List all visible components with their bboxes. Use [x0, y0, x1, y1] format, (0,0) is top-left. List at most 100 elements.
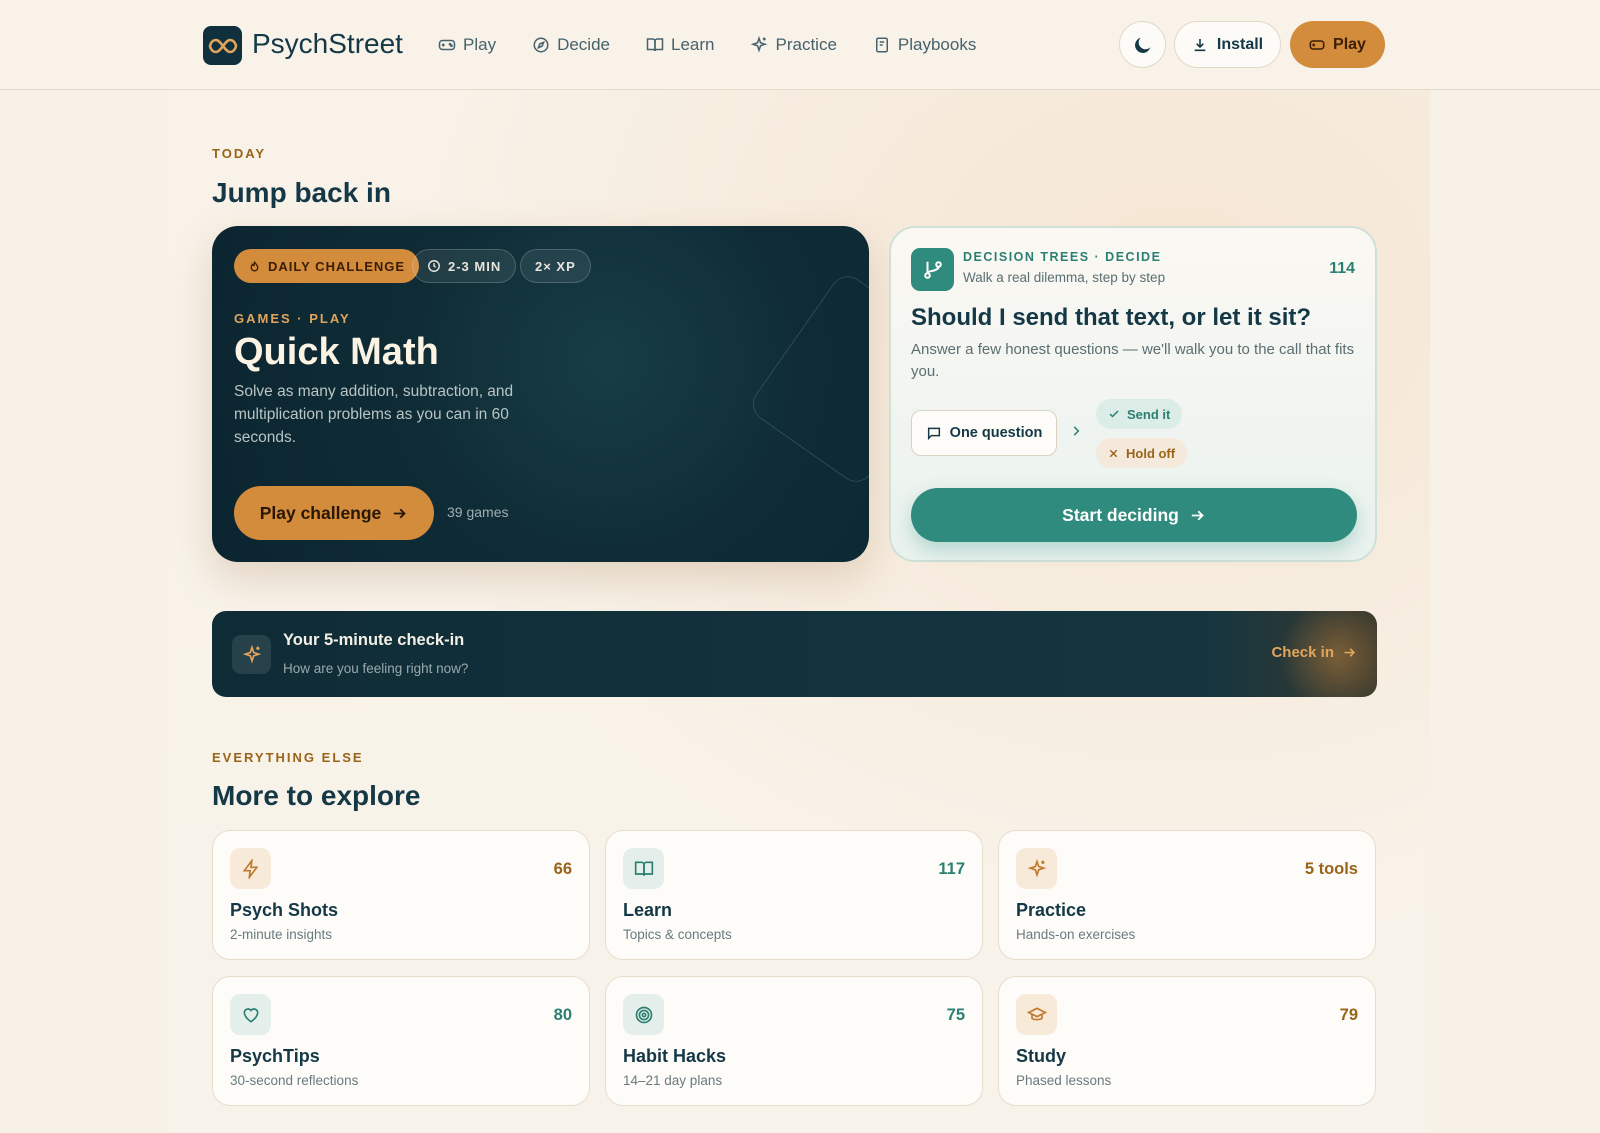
- nav-item-practice[interactable]: Practice: [750, 30, 837, 60]
- tile-count: 80: [553, 1006, 572, 1024]
- today-title: Jump back in: [212, 177, 391, 208]
- tile-title: Learn: [623, 900, 673, 920]
- arrow-right-icon: [394, 508, 407, 518]
- badge-label: 2× XP: [535, 258, 576, 274]
- clock-icon: [428, 260, 440, 272]
- decision-tree-card[interactable]: DECISION TREES · DECIDE Walk a real dile…: [889, 226, 1377, 562]
- check-icon: [1109, 410, 1119, 418]
- message-icon: [927, 427, 940, 441]
- install-button[interactable]: Install: [1174, 21, 1281, 68]
- nav-item-play[interactable]: Play: [438, 30, 496, 60]
- notebook-icon: [875, 37, 888, 53]
- theme-toggle-button[interactable]: [1119, 21, 1166, 68]
- target-icon: [623, 994, 664, 1035]
- moon-icon: [1134, 37, 1150, 53]
- decision-count: 114: [1329, 260, 1355, 277]
- duration-badge: 2-3 MIN: [412, 249, 517, 283]
- nav-label: Decide: [557, 35, 610, 54]
- infinity-icon: [208, 38, 237, 53]
- option-label: Hold off: [1126, 445, 1176, 461]
- button-label: Start deciding: [1062, 504, 1179, 525]
- check-in-banner[interactable]: Your 5-minute check-in How are you feeli…: [212, 611, 1377, 697]
- button-label: Play challenge: [259, 502, 382, 523]
- challenge-title: Quick Math: [234, 331, 439, 373]
- decision-subtitle: Walk a real dilemma, step by step: [963, 270, 1166, 285]
- sparkles-icon: [1016, 848, 1057, 889]
- tile-count: 5 tools: [1304, 860, 1358, 878]
- explore-eyebrow: EVERYTHING ELSE: [212, 750, 364, 765]
- tile-study[interactable]: 79 Study Phased lessons: [998, 976, 1376, 1106]
- link-label: Check in: [1271, 644, 1334, 661]
- book-icon: [646, 38, 664, 52]
- arrow-right-icon: [1191, 510, 1204, 520]
- games-count: 39 games: [447, 504, 509, 520]
- brand-name[interactable]: PsychStreet: [252, 26, 403, 62]
- decision-description: Answer a few honest questions — we'll wa…: [911, 341, 1355, 380]
- decision-category: DECISION TREES · DECIDE: [963, 250, 1162, 264]
- nav-label: Play: [463, 35, 497, 54]
- heart-icon: [230, 994, 271, 1035]
- tile-count: 79: [1339, 1006, 1358, 1024]
- badge-label: DAILY CHALLENGE: [268, 258, 406, 274]
- tile-learn[interactable]: 117 Learn Topics & concepts: [605, 830, 983, 960]
- nav-label: Practice: [775, 35, 837, 54]
- install-label: Install: [1216, 35, 1264, 53]
- badge-label: 2-3 MIN: [448, 258, 502, 274]
- today-eyebrow: TODAY: [212, 146, 267, 161]
- download-icon: [1194, 38, 1206, 51]
- graduation-cap-icon: [1016, 994, 1057, 1035]
- tile-practice[interactable]: 5 tools Practice Hands-on exercises: [998, 830, 1376, 960]
- tile-psych-shots[interactable]: 66 Psych Shots 2-minute insights: [212, 830, 590, 960]
- nav-item-learn[interactable]: Learn: [646, 30, 714, 60]
- book-icon: [623, 848, 664, 889]
- play-label: Play: [1333, 35, 1366, 53]
- tile-subtitle: 14–21 day plans: [623, 1073, 723, 1088]
- option-label: Send it: [1127, 406, 1171, 422]
- tile-subtitle: Phased lessons: [1016, 1073, 1112, 1088]
- challenge-description: Solve as many addition, subtraction, and…: [234, 383, 514, 446]
- hold-off-option[interactable]: Hold off: [1096, 438, 1188, 468]
- check-in-link[interactable]: Check in: [1271, 644, 1357, 661]
- gamepad-icon: [438, 39, 456, 51]
- branch-icon: [911, 248, 954, 291]
- tile-title: PsychTips: [230, 1046, 320, 1066]
- tile-subtitle: 2-minute insights: [230, 927, 333, 942]
- xp-badge: 2× XP: [520, 249, 591, 283]
- tile-count: 117: [938, 860, 965, 878]
- close-icon: [1109, 449, 1118, 457]
- tile-title: Habit Hacks: [623, 1046, 727, 1066]
- sparkles-icon: [751, 36, 768, 53]
- decorative-shape: [745, 269, 869, 489]
- tile-subtitle: 30-second reflections: [230, 1073, 359, 1088]
- check-in-subtitle: How are you feeling right now?: [283, 661, 469, 676]
- send-it-option[interactable]: Send it: [1096, 399, 1183, 429]
- play-challenge-button[interactable]: Play challenge: [234, 486, 434, 540]
- tile-psychtips[interactable]: 80 PsychTips 30-second reflections: [212, 976, 590, 1106]
- one-question-chip[interactable]: One question: [911, 410, 1057, 456]
- nav-item-playbooks[interactable]: Playbooks: [873, 30, 976, 60]
- chevron-right-icon: [1073, 426, 1080, 436]
- sparkles-icon: [232, 635, 271, 674]
- tile-count: 75: [946, 1006, 965, 1024]
- daily-challenge-card[interactable]: DAILY CHALLENGE 2-3 MIN 2× XP GAMES · PL…: [212, 226, 869, 562]
- compass-icon: [533, 37, 549, 53]
- tile-title: Practice: [1016, 900, 1087, 920]
- main-nav: Play Decide Learn Practice Playbooks: [438, 30, 1012, 60]
- arrow-right-icon: [1344, 648, 1356, 657]
- start-deciding-button[interactable]: Start deciding: [911, 488, 1357, 542]
- tile-habit-hacks[interactable]: 75 Habit Hacks 14–21 day plans: [605, 976, 983, 1106]
- check-in-title: Your 5-minute check-in: [283, 631, 465, 649]
- challenge-category: GAMES · PLAY: [234, 311, 351, 326]
- nav-item-decide[interactable]: Decide: [532, 30, 610, 60]
- daily-challenge-badge: DAILY CHALLENGE: [234, 249, 420, 283]
- top-bar: PsychStreet Play Decide Learn Practice P…: [0, 0, 1600, 90]
- brand-logo[interactable]: [203, 26, 242, 65]
- nav-label: Playbooks: [897, 35, 977, 54]
- nav-label: Learn: [671, 35, 715, 54]
- play-button[interactable]: Play: [1290, 21, 1385, 68]
- tile-subtitle: Hands-on exercises: [1016, 927, 1136, 942]
- decision-title: Should I send that text, or let it sit?: [911, 304, 1312, 331]
- lightning-icon: [230, 848, 271, 889]
- tile-title: Study: [1016, 1046, 1067, 1066]
- tile-title: Psych Shots: [230, 900, 339, 920]
